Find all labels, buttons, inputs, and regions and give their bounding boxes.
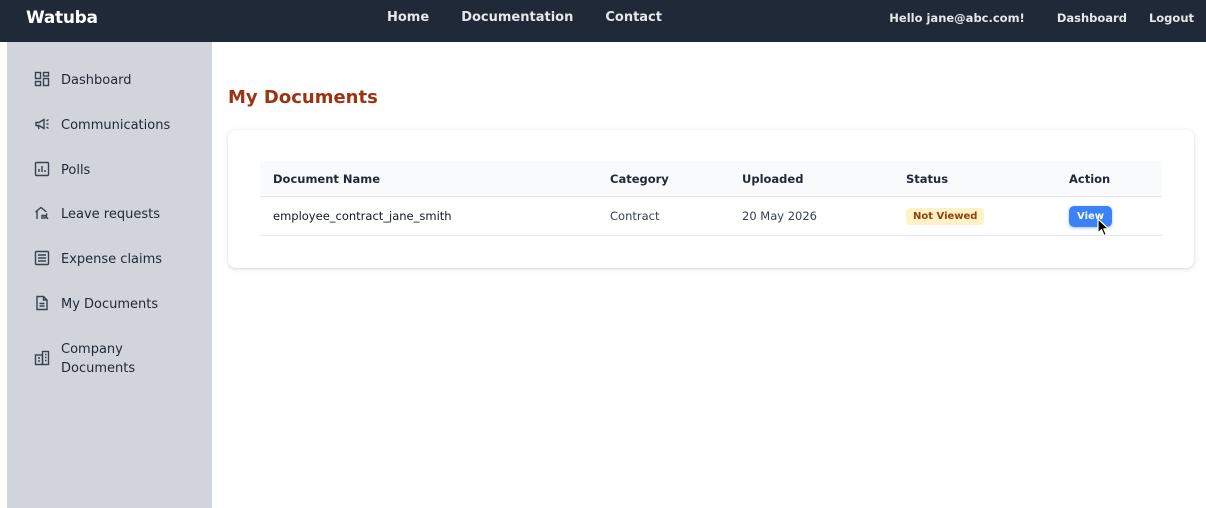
documents-table: Document Name Category Uploaded Status A… (260, 161, 1162, 236)
sidebar: Dashboard Communications Polls Leave req… (7, 42, 212, 508)
column-header-action: Action (1069, 171, 1111, 186)
page-title: My Documents (228, 87, 378, 108)
column-header-uploaded: Uploaded (742, 171, 804, 186)
nav-contact-link[interactable]: Contact (605, 10, 662, 25)
logout-link[interactable]: Logout (1149, 11, 1194, 25)
sidebar-item-leave-requests[interactable]: Leave requests (7, 205, 212, 224)
leave-request-icon (34, 205, 50, 221)
sidebar-item-label: Polls (61, 163, 91, 178)
column-header-document-name: Document Name (273, 171, 381, 186)
document-name-cell: employee_contract_jane_smith (273, 209, 452, 223)
brand-logo[interactable]: Watuba (26, 8, 98, 28)
header-dashboard-link[interactable]: Dashboard (1057, 11, 1127, 25)
nav-documentation-link[interactable]: Documentation (461, 10, 573, 25)
sidebar-item-communications[interactable]: Communications (7, 116, 212, 135)
column-header-status: Status (906, 171, 949, 186)
nav-home-link[interactable]: Home (387, 10, 429, 25)
poll-chart-icon (34, 161, 50, 177)
sidebar-item-label: Communications (61, 118, 171, 133)
uploaded-cell: 20 May 2026 (742, 209, 817, 223)
sidebar-item-label: My Documents (61, 297, 159, 312)
column-header-category: Category (610, 171, 669, 186)
sidebar-item-label: Dashboard (61, 73, 132, 88)
table-row: employee_contract_jane_smith Contract 20… (260, 197, 1162, 236)
sidebar-item-company-documents[interactable]: Company Documents (7, 340, 212, 378)
sidebar-item-expense-claims[interactable]: Expense claims (7, 250, 212, 269)
list-icon (34, 250, 50, 266)
building-icon (34, 350, 50, 366)
dashboard-icon (34, 71, 50, 87)
sidebar-item-label: Company Documents (61, 342, 136, 376)
user-area: Hello jane@abc.com! Dashboard Logout (889, 11, 1194, 25)
document-icon (34, 295, 50, 311)
status-cell: Not Viewed (906, 197, 985, 235)
sidebar-item-my-documents[interactable]: My Documents (7, 295, 212, 314)
sidebar-item-polls[interactable]: Polls (7, 161, 212, 180)
sidebar-item-dashboard[interactable]: Dashboard (7, 71, 212, 90)
top-nav: Home Documentation Contact (387, 10, 662, 25)
megaphone-icon (34, 116, 50, 132)
sidebar-item-label: Expense claims (61, 252, 163, 267)
category-cell: Contract (610, 209, 660, 223)
top-navbar: Watuba Home Documentation Contact Hello … (0, 0, 1206, 42)
user-greeting: Hello jane@abc.com! (889, 11, 1025, 25)
documents-card: Document Name Category Uploaded Status A… (228, 130, 1194, 268)
mouse-pointer-icon (1097, 218, 1110, 237)
sidebar-item-label: Leave requests (61, 207, 160, 222)
status-badge: Not Viewed (906, 207, 985, 225)
table-header: Document Name Category Uploaded Status A… (260, 161, 1162, 197)
